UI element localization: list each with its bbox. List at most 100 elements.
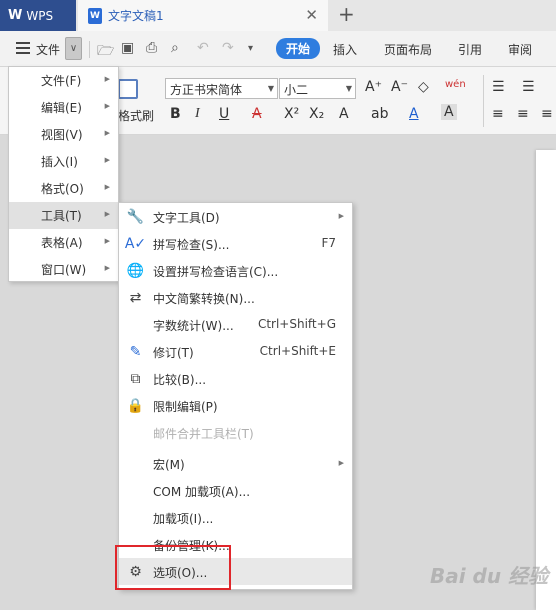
menu-item-insert[interactable]: 插入(I) ▶ xyxy=(9,148,118,175)
document-page[interactable] xyxy=(536,150,556,610)
options-highlight-box xyxy=(115,545,231,590)
title-bar: W WPS W 文字文稿1 ✕ + xyxy=(0,0,556,31)
menu-item-label: 文件(F) xyxy=(41,74,82,88)
tab-page-layout[interactable]: 页面布局 xyxy=(384,41,432,58)
ribbon-separator xyxy=(483,75,484,127)
new-tab-button[interactable]: + xyxy=(338,2,355,26)
globe-language-icon: 🌐 xyxy=(126,262,145,279)
align-center-icon[interactable]: ≡ xyxy=(517,106,529,122)
superscript-button[interactable]: X² xyxy=(284,106,299,122)
submenu-item-label: 文字工具(D) xyxy=(153,211,220,225)
font-size-select[interactable]: 小二 ▼ xyxy=(279,78,356,99)
format-painter-icon[interactable] xyxy=(118,79,138,99)
menu-item-tools[interactable]: 工具(T) ▶ xyxy=(9,202,118,229)
subscript-button[interactable]: X₂ xyxy=(309,106,324,122)
chevron-right-icon: ▶ xyxy=(104,210,110,218)
shortcut-label: F7 xyxy=(321,236,336,250)
submenu-item-addins[interactable]: 加载项(I)... xyxy=(119,504,352,531)
wps-tab-label: WPS xyxy=(26,8,54,23)
print-preview-icon[interactable]: ⌕ xyxy=(171,40,179,56)
document-tab[interactable]: W 文字文稿1 ✕ xyxy=(78,0,328,31)
menu-item-table[interactable]: 表格(A) ▶ xyxy=(9,229,118,256)
format-painter-label[interactable]: 格式刷 xyxy=(118,107,154,124)
font-name-select[interactable]: 方正书宋简体 ▼ xyxy=(165,78,278,99)
tab-insert[interactable]: 插入 xyxy=(333,41,357,58)
chevron-right-icon: ▶ xyxy=(338,459,344,467)
hamburger-menu-icon[interactable] xyxy=(16,42,30,54)
chevron-right-icon: ▶ xyxy=(104,129,110,137)
open-folder-icon[interactable]: 🗁 xyxy=(97,40,114,64)
submenu-item-label: 邮件合并工具栏(T) xyxy=(153,427,254,441)
menu-item-edit[interactable]: 编辑(E) ▶ xyxy=(9,94,118,121)
file-menu-label[interactable]: 文件 xyxy=(36,41,60,58)
menu-item-label: 窗口(W) xyxy=(41,263,87,277)
submenu-item-chinese-convert[interactable]: ⇄ 中文简繁转换(N)... xyxy=(119,284,352,311)
baidu-watermark: Bai du 经验 xyxy=(430,564,549,588)
document-tab-title: 文字文稿1 xyxy=(108,9,164,23)
menu-item-format[interactable]: 格式(O) ▶ xyxy=(9,175,118,202)
save-icon[interactable]: ▣ xyxy=(121,40,134,56)
shrink-font-button[interactable]: A⁻ xyxy=(391,79,408,95)
wps-logo-icon: W xyxy=(8,8,22,23)
strikethrough-button[interactable]: A xyxy=(252,106,262,122)
submenu-item-spell-language[interactable]: 🌐 设置拼写检查语言(C)... xyxy=(119,257,352,284)
menu-item-view[interactable]: 视图(V) ▶ xyxy=(9,121,118,148)
file-dropdown-menu: 文件(F) ▶ 编辑(E) ▶ 视图(V) ▶ 插入(I) ▶ 格式(O) ▶ 工具(T)… xyxy=(8,66,119,282)
numbering-icon[interactable]: ☰ xyxy=(522,79,535,95)
tab-home[interactable]: 开始 xyxy=(276,38,321,59)
clear-format-button[interactable]: ◇ xyxy=(418,79,429,95)
submenu-item-label: 加载项(I)... xyxy=(153,512,214,526)
submenu-item-spell-check[interactable]: A✓ 拼写检查(S)... F7 xyxy=(119,230,352,257)
submenu-item-track-changes[interactable]: ✎ 修订(T) Ctrl+Shift+E xyxy=(119,338,352,365)
undo-icon[interactable]: ↶ xyxy=(197,40,209,56)
submenu-item-label: 中文简繁转换(N)... xyxy=(153,292,255,306)
submenu-item-restrict-editing[interactable]: 🔒 限制编辑(P) xyxy=(119,392,352,419)
underline-button[interactable]: U xyxy=(219,106,229,122)
bullets-icon[interactable]: ☰ xyxy=(492,79,505,95)
text-effect-button[interactable]: A xyxy=(339,106,349,122)
char-shading-button[interactable]: A xyxy=(441,104,457,120)
grow-font-button[interactable]: A⁺ xyxy=(365,79,382,95)
chevron-down-icon: ▼ xyxy=(267,84,274,93)
tab-review[interactable]: 审阅 xyxy=(508,41,532,58)
italic-button[interactable]: I xyxy=(195,106,200,122)
convert-icon: ⇄ xyxy=(129,289,142,306)
font-color-button[interactable]: A xyxy=(409,106,419,122)
toolbar-separator xyxy=(89,41,90,58)
align-left-icon[interactable]: ≡ xyxy=(492,106,504,122)
align-right-icon[interactable]: ≡ xyxy=(541,106,553,122)
submenu-item-compare[interactable]: ⧉ 比较(B)... xyxy=(119,365,352,392)
bold-button[interactable]: B xyxy=(170,106,181,122)
chevron-right-icon: ▶ xyxy=(104,75,110,83)
menu-item-window[interactable]: 窗口(W) ▶ xyxy=(9,256,118,283)
redo-icon[interactable]: ↷ xyxy=(222,40,234,56)
file-dropdown-toggle[interactable]: ∨ xyxy=(65,37,82,60)
submenu-item-macro[interactable]: 宏(M) ▶ xyxy=(119,450,352,477)
shortcut-label: Ctrl+Shift+E xyxy=(259,344,336,358)
phonetic-guide-button[interactable]: wén xyxy=(445,79,466,90)
submenu-item-word-count[interactable]: 字数统计(W)... Ctrl+Shift+G xyxy=(119,311,352,338)
submenu-item-label: 宏(M) xyxy=(153,458,185,472)
menu-item-file[interactable]: 文件(F) ▶ xyxy=(9,67,118,94)
tab-references[interactable]: 引用 xyxy=(458,41,482,58)
chevron-right-icon: ▶ xyxy=(104,183,110,191)
quick-access-dropdown-icon[interactable]: ▾ xyxy=(248,43,253,54)
highlight-button[interactable]: ab xyxy=(371,106,388,122)
spellcheck-icon: A✓ xyxy=(124,235,147,252)
submenu-item-mail-merge-toolbar: 邮件合并工具栏(T) xyxy=(119,419,352,446)
menu-item-label: 编辑(E) xyxy=(41,101,82,115)
menu-item-label: 表格(A) xyxy=(41,236,83,250)
menu-item-label: 工具(T) xyxy=(41,209,82,223)
chevron-down-icon: ▼ xyxy=(345,84,352,93)
submenu-item-com-addins[interactable]: COM 加载项(A)... xyxy=(119,477,352,504)
close-tab-icon[interactable]: ✕ xyxy=(305,6,318,24)
menu-bar: 文件 ∨ 🗁 ▣ ⎙ ⌕ ↶ ↷ ▾ 开始 插入 页面布局 引用 审阅 xyxy=(0,31,556,67)
print-icon[interactable]: ⎙ xyxy=(146,40,157,56)
submenu-item-label: 设置拼写检查语言(C)... xyxy=(153,265,279,279)
wps-home-tab[interactable]: W WPS xyxy=(0,0,76,31)
font-name-value: 方正书宋简体 xyxy=(170,83,243,97)
compare-icon: ⧉ xyxy=(130,370,141,387)
submenu-item-label: 比较(B)... xyxy=(153,373,207,387)
chevron-right-icon: ▶ xyxy=(104,102,110,110)
submenu-item-text-tools[interactable]: 🔧 文字工具(D) ▶ xyxy=(119,203,352,230)
